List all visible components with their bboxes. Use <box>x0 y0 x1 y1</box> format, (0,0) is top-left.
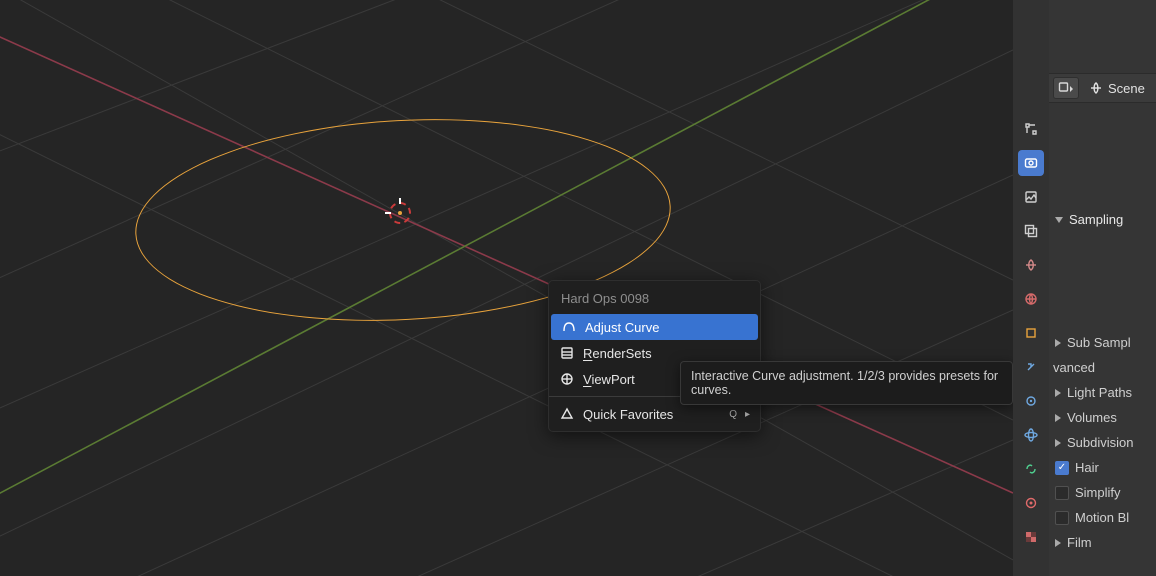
viewport-icon <box>559 371 575 387</box>
panel-volumes[interactable]: Volumes <box>1049 405 1156 430</box>
panel-simplify[interactable]: Simplify <box>1049 480 1156 505</box>
panel-label: Sampling <box>1069 212 1123 227</box>
output-icon[interactable] <box>1018 184 1044 210</box>
menu-item-label: Adjust Curve <box>585 320 659 335</box>
object-icon[interactable] <box>1018 320 1044 346</box>
panel-label: Hair <box>1075 460 1099 475</box>
panel-sampling[interactable]: Sampling <box>1049 207 1129 232</box>
tooltip: Interactive Curve adjustment. 1/2/3 prov… <box>680 361 1013 405</box>
favorites-icon <box>559 406 575 422</box>
context-menu-title: Hard Ops 0098 <box>549 285 760 314</box>
menu-item-label: ViewPort <box>583 372 635 387</box>
panel-label: Light Paths <box>1067 385 1132 400</box>
panel-motion-blur[interactable]: Motion Bl <box>1049 505 1156 530</box>
modifier-icon[interactable] <box>1018 354 1044 380</box>
properties-tab-column <box>1013 0 1049 576</box>
chevron-right-icon: ▸ <box>745 409 750 420</box>
disclosure-down-icon <box>1055 217 1063 223</box>
panel-label: Motion Bl <box>1075 510 1129 525</box>
rendersets-icon <box>559 345 575 361</box>
panel-film[interactable]: Film <box>1049 530 1156 555</box>
world-icon[interactable] <box>1018 286 1044 312</box>
checkbox-hair[interactable]: ✓ <box>1055 461 1069 475</box>
physics-icon[interactable] <box>1018 422 1044 448</box>
data-icon[interactable] <box>1018 490 1044 516</box>
panel-subdivision[interactable]: Subdivision <box>1049 430 1156 455</box>
checkbox-simplify[interactable] <box>1055 486 1069 500</box>
render-icon[interactable] <box>1018 150 1044 176</box>
properties-panel: Scene Sampling Sub Sampl vanced Light Pa… <box>1049 0 1156 576</box>
panel-hair[interactable]: ✓ Hair <box>1049 455 1156 480</box>
disclosure-right-icon <box>1055 414 1061 422</box>
shortcut-label: Q <box>729 409 737 420</box>
editor-type-dropdown[interactable] <box>1053 77 1079 99</box>
panel-sub-sampling[interactable]: Sub Sampl <box>1049 330 1156 355</box>
properties-header: Scene <box>1049 73 1156 103</box>
panel-label: Simplify <box>1075 485 1121 500</box>
panel-light-paths[interactable]: Light Paths <box>1049 380 1156 405</box>
panel-label: Sub Sampl <box>1067 335 1131 350</box>
scene-name: Scene <box>1108 81 1145 96</box>
panel-label: Subdivision <box>1067 435 1134 450</box>
scene-icon[interactable] <box>1018 252 1044 278</box>
panel-label: vanced <box>1053 360 1095 375</box>
checkbox-motion-blur[interactable] <box>1055 511 1069 525</box>
panel-advanced-sub[interactable]: vanced <box>1049 355 1156 380</box>
disclosure-right-icon <box>1055 439 1061 447</box>
particle-icon[interactable] <box>1018 388 1044 414</box>
curve-icon <box>561 319 577 335</box>
scene-field[interactable]: Scene <box>1085 79 1149 98</box>
scene-icon <box>1089 81 1103 95</box>
menu-item-label: Quick Favorites <box>583 407 673 422</box>
disclosure-right-icon <box>1055 539 1061 547</box>
constraint-icon[interactable] <box>1018 456 1044 482</box>
menu-item-adjust-curve[interactable]: Adjust Curve <box>551 314 758 340</box>
cursor-3d <box>389 202 411 224</box>
viewport-3d[interactable]: Hard Ops 0098 Adjust Curve RenderSets <box>0 0 1013 576</box>
tools-icon[interactable] <box>1018 116 1044 142</box>
menu-item-label: RenderSets <box>583 346 652 361</box>
context-menu: Hard Ops 0098 Adjust Curve RenderSets <box>548 280 761 432</box>
panel-label: Volumes <box>1067 410 1117 425</box>
disclosure-right-icon <box>1055 339 1061 347</box>
viewlayer-icon[interactable] <box>1018 218 1044 244</box>
panel-label: Film <box>1067 535 1092 550</box>
disclosure-right-icon <box>1055 389 1061 397</box>
texture-icon[interactable] <box>1018 524 1044 550</box>
